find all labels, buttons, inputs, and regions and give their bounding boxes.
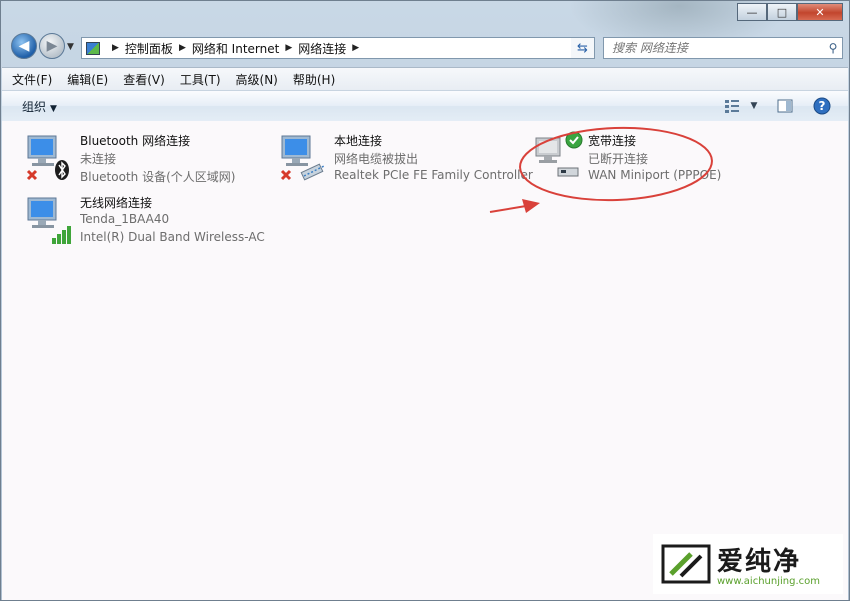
arrow-shaft: [489, 205, 527, 213]
network-disconnected-ethernet-icon: [280, 135, 325, 181]
connection-device: Realtek PCIe FE Family Controller: [334, 168, 533, 182]
broadband-connection-icon: [535, 131, 583, 177]
connection-status: 已断开连接: [588, 152, 649, 166]
connection-item-wireless[interactable]: 无线网络连接 Tenda_1BAA40 Intel(R) Dual Band W…: [24, 192, 274, 252]
command-bar: 组织 ▼ ▼ ?: [2, 90, 848, 122]
breadcrumb-network-internet[interactable]: 网络和 Internet: [192, 40, 279, 57]
organize-button[interactable]: 组织 ▼: [22, 98, 57, 115]
refresh-icon: ⇆: [577, 40, 588, 56]
refresh-button[interactable]: ⇆: [571, 37, 595, 59]
control-panel-icon: [86, 41, 100, 55]
connection-device: WAN Miniport (PPPOE): [588, 168, 722, 182]
back-button[interactable]: ◀: [11, 33, 37, 59]
connection-status: 网络电缆被拔出: [334, 152, 419, 166]
help-icon: ?: [813, 97, 831, 115]
preview-pane-icon: [777, 99, 793, 113]
connection-item-broadband[interactable]: 宽带连接 已断开连接 WAN Miniport (PPPOE): [532, 130, 782, 190]
chevron-right-icon[interactable]: ▶: [179, 43, 186, 53]
view-options-icon: [725, 100, 739, 113]
preview-pane-button[interactable]: [775, 97, 795, 115]
search-box[interactable]: ⚲: [603, 37, 843, 59]
arrow-right-icon: ▶: [46, 38, 58, 54]
close-button[interactable]: ✕: [797, 3, 843, 21]
connection-item-local[interactable]: 本地连接 网络电缆被拔出 Realtek PCIe FE Family Cont…: [278, 130, 533, 190]
change-view-button[interactable]: [722, 97, 742, 115]
menu-tools[interactable]: 工具(T): [175, 71, 226, 88]
maximize-button[interactable]: □: [767, 3, 797, 21]
connection-device: Intel(R) Dual Band Wireless-AC: [80, 230, 265, 244]
chevron-right-icon[interactable]: ▶: [352, 43, 359, 53]
minimize-button[interactable]: —: [737, 3, 767, 21]
connection-name: 本地连接: [334, 134, 383, 148]
menu-edit[interactable]: 编辑(E): [62, 71, 113, 88]
chevron-right-icon[interactable]: ▶: [285, 43, 292, 53]
forward-button[interactable]: ▶: [39, 33, 65, 59]
connection-status: Tenda_1BAA40: [80, 212, 170, 226]
menu-bar: 文件(F) 编辑(E) 查看(V) 工具(T) 高级(N) 帮助(H): [2, 67, 848, 90]
navigation-bar: ◀ ▶ ▼ ▶ 控制面板 ▶ 网络和 Internet ▶ 网络连接 ▶ ▼ ⇆…: [9, 33, 843, 63]
caption-buttons: — □ ✕: [737, 3, 843, 21]
recent-pages-dropdown[interactable]: ▼: [67, 42, 74, 52]
explorer-window: — □ ✕ ◀ ▶ ▼ ▶ 控制面板 ▶ 网络和 Internet ▶ 网络连接…: [0, 0, 850, 601]
help-button[interactable]: ?: [812, 97, 832, 115]
menu-help[interactable]: 帮助(H): [288, 71, 340, 88]
address-bar[interactable]: ▶ 控制面板 ▶ 网络和 Internet ▶ 网络连接 ▶ ▼: [81, 37, 595, 59]
network-disconnected-bluetooth-icon: [26, 135, 69, 181]
menu-advanced[interactable]: 高级(N): [231, 71, 283, 88]
chevron-down-icon: ▼: [50, 103, 57, 114]
connection-device: Bluetooth 设备(个人区域网): [80, 170, 236, 184]
connection-item-bluetooth[interactable]: Bluetooth 网络连接 未连接 Bluetooth 设备(个人区域网): [24, 130, 274, 190]
organize-label: 组织: [22, 99, 47, 114]
connections-list: Bluetooth 网络连接 未连接 Bluetooth 设备(个人区域网) 本…: [2, 121, 848, 600]
arrow-head-icon: [522, 199, 540, 213]
aichunjing-logo-icon: [661, 544, 711, 584]
search-icon[interactable]: ⚲: [824, 41, 842, 55]
wireless-connection-icon: [27, 197, 71, 244]
watermark-text: 爱纯净: [717, 547, 802, 577]
view-dropdown-icon[interactable]: ▼: [744, 97, 764, 115]
connection-name: 宽带连接: [588, 134, 637, 148]
breadcrumb-network-connections[interactable]: 网络连接: [298, 40, 346, 57]
arrow-left-icon: ◀: [18, 38, 30, 54]
search-input[interactable]: [610, 38, 824, 58]
menu-file[interactable]: 文件(F): [7, 71, 57, 88]
watermark-url: www.aichunjing.com: [717, 576, 820, 587]
menu-view[interactable]: 查看(V): [118, 71, 170, 88]
connection-name: Bluetooth 网络连接: [80, 134, 191, 148]
connection-name: 无线网络连接: [80, 196, 153, 210]
watermark: 爱纯净 www.aichunjing.com: [653, 534, 843, 594]
chevron-right-icon[interactable]: ▶: [112, 43, 119, 53]
svg-text:?: ?: [819, 99, 826, 113]
breadcrumb-control-panel[interactable]: 控制面板: [125, 40, 173, 57]
connection-status: 未连接: [80, 152, 117, 166]
